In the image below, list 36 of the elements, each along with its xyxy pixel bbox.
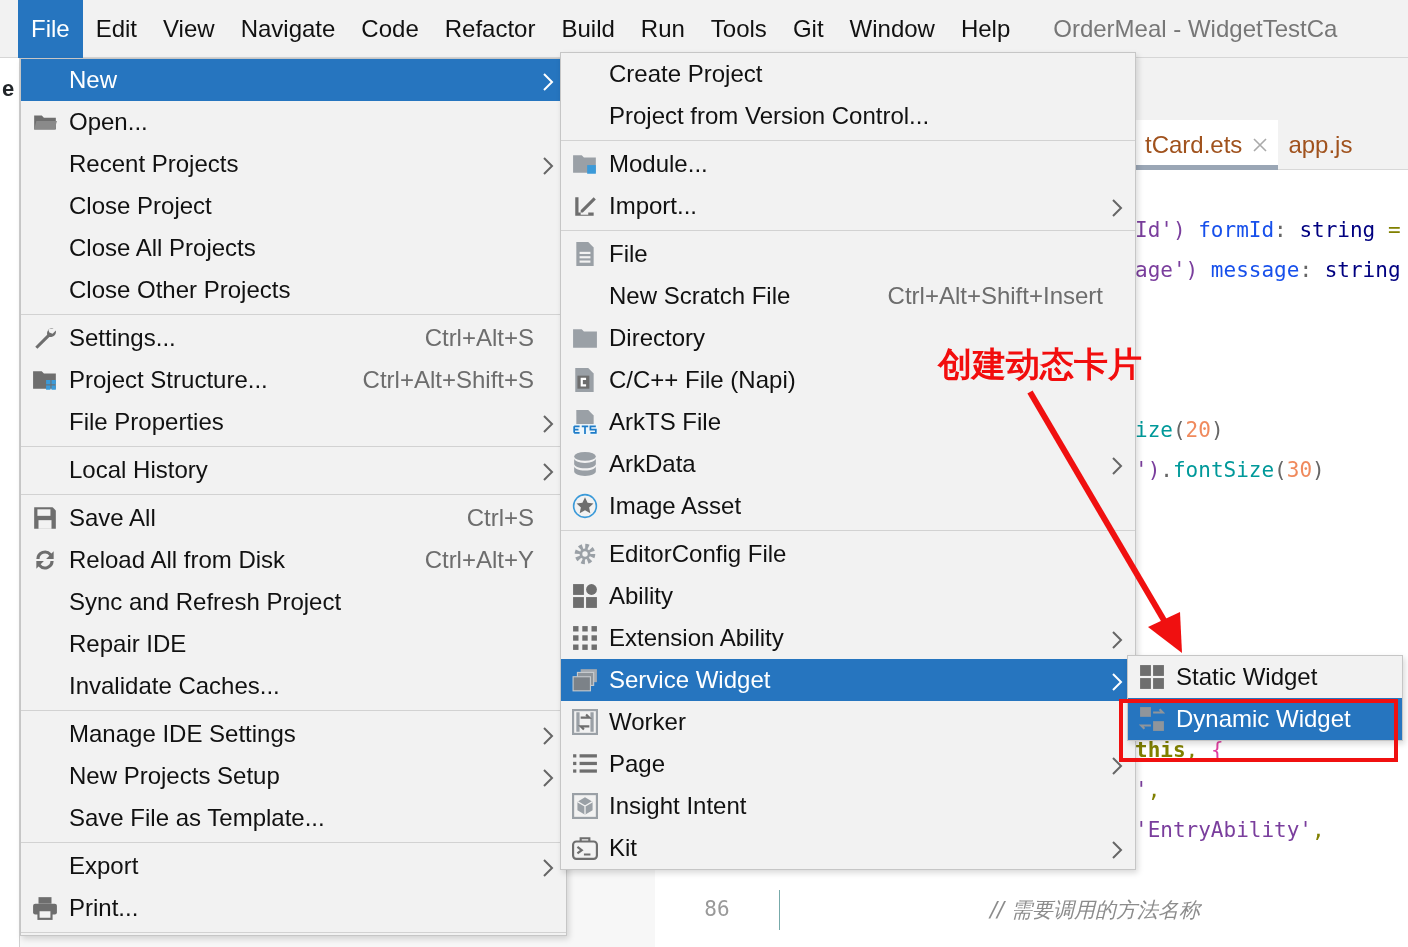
tile-grid-icon <box>572 583 598 609</box>
menu-bar-item[interactable]: Code <box>348 0 432 58</box>
ets-file-icon <box>572 409 598 435</box>
code-line: ').fontSize(30) <box>1135 459 1325 481</box>
menu-bar-item[interactable]: File <box>18 0 83 58</box>
code-line: age') message: string <box>1135 259 1401 281</box>
code-line: ize(20) <box>1135 419 1224 441</box>
code-line: 'EntryAbility', <box>1135 819 1325 841</box>
panel-header-text: e <box>2 75 15 103</box>
tile-grid-icon <box>1139 664 1165 690</box>
printer-icon <box>32 895 58 921</box>
menu-item[interactable]: Settings... Ctrl+Alt+S <box>21 317 566 359</box>
dot-grid-icon <box>572 625 598 651</box>
menu-item[interactable]: Print... <box>21 887 566 929</box>
line-number: 86 <box>704 896 730 924</box>
code-line: ', <box>1135 779 1161 801</box>
code-comment: // 需要调用的方法名称 <box>990 899 1200 921</box>
code-line: Id') formId: string = <box>1135 219 1401 241</box>
editor-tab[interactable]: app.js <box>1278 120 1363 170</box>
database-icon <box>572 451 598 477</box>
star-circle-icon <box>572 493 598 519</box>
wrench-icon <box>32 325 58 351</box>
menu-bar-item[interactable]: Edit <box>82 0 151 58</box>
editor-tab[interactable]: tCard.ets <box>1135 120 1279 170</box>
gear-icon <box>572 541 598 567</box>
swap-panel-icon <box>572 709 598 735</box>
annotation-text: 创建动态卡片 <box>938 346 1142 384</box>
menu-bar-item[interactable]: View <box>150 0 228 58</box>
close-icon[interactable] <box>1252 137 1269 153</box>
menu-bar-item[interactable]: Navigate <box>227 0 349 58</box>
window-title: OrderMeal - WidgetTestCa <box>1053 13 1338 44</box>
stacked-windows-icon <box>572 667 598 693</box>
menu-bar-item[interactable]: Refactor <box>431 0 549 58</box>
swap-arrows-icon <box>1139 706 1165 732</box>
cube-icon <box>572 793 598 819</box>
toolbox-icon <box>572 835 598 861</box>
